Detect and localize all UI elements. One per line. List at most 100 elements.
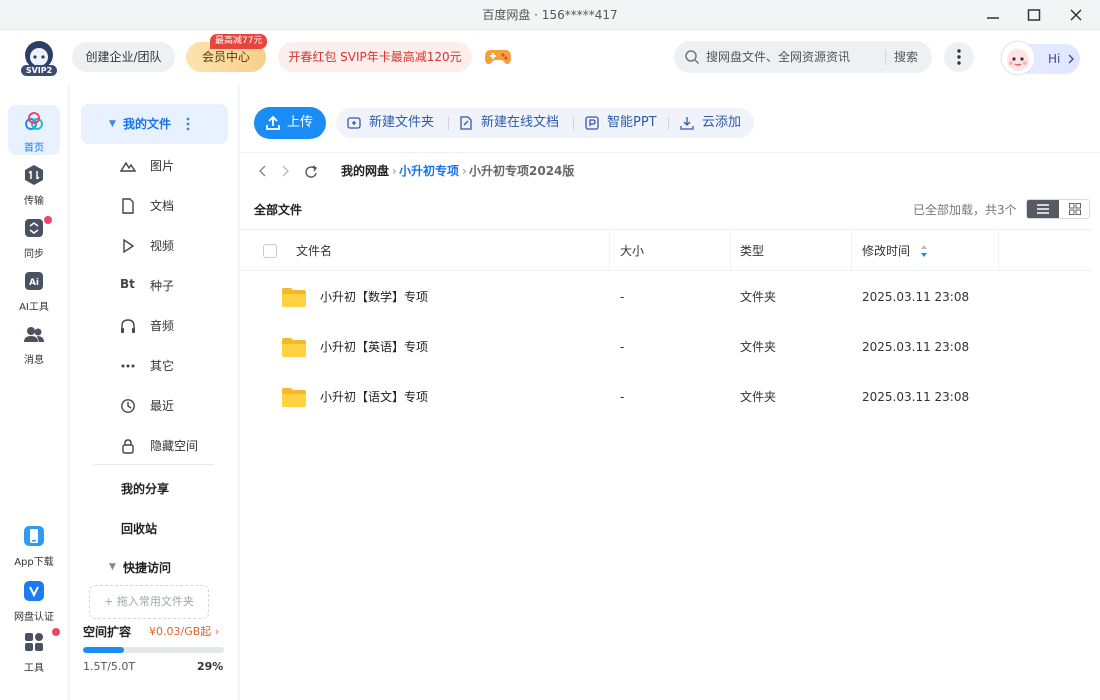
nav-item-images[interactable]: 图片 <box>120 154 230 178</box>
triangle-down-icon: ▼ <box>109 119 116 129</box>
table-row[interactable]: 小升初【英语】专项 - 文件夹 2025.03.11 23:08 <box>240 322 1092 372</box>
grid-view-icon <box>1069 203 1081 215</box>
nav-item-label: 视频 <box>150 239 175 253</box>
forward-arrow-icon[interactable] <box>278 163 292 179</box>
maximize-button[interactable] <box>1015 0 1053 30</box>
rail-label: App下载 <box>14 557 54 568</box>
app-header: SVIP2 创建企业/团队 会员中心 最高减77元 开春红包 SVIP年卡最高减… <box>0 30 1100 85</box>
rail-item-messages[interactable]: 消息 <box>8 317 60 367</box>
grid-view-button[interactable] <box>1059 200 1089 218</box>
nav-divider <box>94 464 214 465</box>
profile-button[interactable]: Hi <box>996 38 1082 78</box>
nav-item-others[interactable]: 其它 <box>120 354 230 378</box>
nav-item-torrents[interactable]: Bt 种子 <box>120 274 230 298</box>
file-type: 文件夹 <box>740 340 777 354</box>
file-name[interactable]: 小升初【数学】专项 <box>320 272 428 322</box>
rail-item-tools[interactable]: 工具 <box>8 625 60 675</box>
breadcrumb-separator: › <box>392 164 397 178</box>
nav-item-label: 隐藏空间 <box>150 439 199 453</box>
folder-icon <box>282 388 306 407</box>
promo-banner[interactable]: 开春红包 SVIP年卡最高减120元 <box>278 42 472 72</box>
search-input[interactable]: 搜网盘文件、全网资源资讯 <box>706 41 850 73</box>
chevron-right-icon: › <box>214 625 220 638</box>
nav-quick-access[interactable]: 快捷访问 <box>123 559 171 576</box>
nav-item-audio[interactable]: 音频 <box>120 314 230 338</box>
close-button[interactable] <box>1057 0 1095 30</box>
rail-label: 消息 <box>24 355 44 366</box>
nav-item-hidden-space[interactable]: 隐藏空间 <box>120 434 230 458</box>
rail-item-ai-tools[interactable]: Ai AI工具 <box>8 264 60 314</box>
upload-button[interactable]: 上传 <box>254 107 326 139</box>
nav-my-files[interactable]: ▼ 我的文件 <box>81 104 228 144</box>
minimize-button[interactable] <box>974 0 1012 30</box>
upload-label: 上传 <box>287 115 314 130</box>
file-size: - <box>620 390 625 404</box>
more-dots-icon <box>121 364 135 368</box>
file-name[interactable]: 小升初【语文】专项 <box>320 372 428 422</box>
search-icon <box>685 50 700 65</box>
document-icon <box>122 198 134 214</box>
vertical-dots-icon[interactable] <box>186 116 190 132</box>
nav-item-videos[interactable]: 视频 <box>120 234 230 258</box>
rail-label: 传输 <box>24 196 44 207</box>
rail-label: 首页 <box>24 143 44 154</box>
create-enterprise-button[interactable]: 创建企业/团队 <box>72 42 175 72</box>
svip-level: SVIP2 <box>25 66 53 75</box>
breadcrumb-root[interactable]: 我的网盘 <box>341 159 389 183</box>
file-modified: 2025.03.11 23:08 <box>862 340 970 354</box>
file-modified: 2025.03.11 23:08 <box>862 390 970 404</box>
game-controller-icon[interactable] <box>484 44 512 68</box>
breadcrumb-separator: › <box>462 164 467 178</box>
new-folder-button[interactable]: 新建文件夹 <box>347 108 434 138</box>
nav-my-share[interactable]: 我的分享 <box>121 480 169 497</box>
download-icon <box>680 117 694 130</box>
new-folder-icon <box>347 117 361 129</box>
back-arrow-icon[interactable] <box>256 163 270 179</box>
greeting-text: Hi <box>1048 52 1061 66</box>
rail-label: AI工具 <box>19 302 49 313</box>
new-online-doc-button[interactable]: 新建在线文档 <box>459 108 559 138</box>
file-name[interactable]: 小升初【英语】专项 <box>320 322 428 372</box>
breadcrumb: 我的网盘 › 小升初专项 › 小升初专项2024版 <box>256 159 1056 183</box>
list-view-icon <box>1037 204 1049 214</box>
search-button[interactable]: 搜索 <box>884 49 918 65</box>
table-row[interactable]: 小升初【数学】专项 - 文件夹 2025.03.11 23:08 <box>240 272 1092 322</box>
rail-item-app-download[interactable]: App下载 <box>8 519 60 569</box>
messages-icon <box>24 327 44 342</box>
toolbar-separator <box>448 117 449 130</box>
list-view-button[interactable] <box>1027 200 1059 218</box>
avatar-mascot-icon <box>1000 40 1036 76</box>
rail-item-verification[interactable]: 网盘认证 <box>8 574 60 624</box>
column-name[interactable]: 文件名 <box>296 230 332 272</box>
cloud-add-button[interactable]: 云添加 <box>680 108 741 138</box>
rail-item-sync[interactable]: 同步 <box>8 211 60 261</box>
column-type[interactable]: 类型 <box>740 230 764 272</box>
space-price-text: ¥0.03/GB起 <box>149 625 212 638</box>
column-modified[interactable]: 修改时间 <box>862 230 910 272</box>
column-size[interactable]: 大小 <box>620 230 644 272</box>
table-row[interactable]: 小升初【语文】专项 - 文件夹 2025.03.11 23:08 <box>240 372 1092 422</box>
rail-item-home[interactable]: 首页 <box>8 105 60 155</box>
rail-item-transfer[interactable]: 传输 <box>8 158 60 208</box>
sort-icon[interactable] <box>920 244 928 258</box>
nav-recycle-bin[interactable]: 回收站 <box>121 520 157 537</box>
minimize-icon <box>987 17 999 19</box>
nav-item-documents[interactable]: 文档 <box>120 194 230 218</box>
nav-item-recent[interactable]: 最近 <box>120 394 230 418</box>
smart-ppt-button[interactable]: 智能PPT <box>585 108 657 138</box>
folder-icon <box>282 288 306 307</box>
column-divider <box>730 230 731 272</box>
refresh-icon[interactable] <box>304 163 318 179</box>
breadcrumb-folder[interactable]: 小升初专项 <box>399 159 459 183</box>
headphones-icon <box>121 319 135 333</box>
bt-icon: Bt <box>120 277 135 291</box>
nav-item-label: 文档 <box>150 199 175 213</box>
space-expand-price[interactable]: ¥0.03/GB起 › <box>149 623 219 639</box>
select-all-checkbox[interactable] <box>263 244 277 258</box>
more-menu-button[interactable] <box>944 42 974 72</box>
quick-access-drop-zone[interactable]: + 拖入常用文件夹 <box>89 585 209 619</box>
grid-tools-icon <box>25 633 43 651</box>
search-box[interactable]: 搜网盘文件、全网资源资讯 搜索 <box>674 41 932 73</box>
user-logo[interactable]: SVIP2 <box>18 38 60 78</box>
nav-item-label: 最近 <box>150 399 175 413</box>
